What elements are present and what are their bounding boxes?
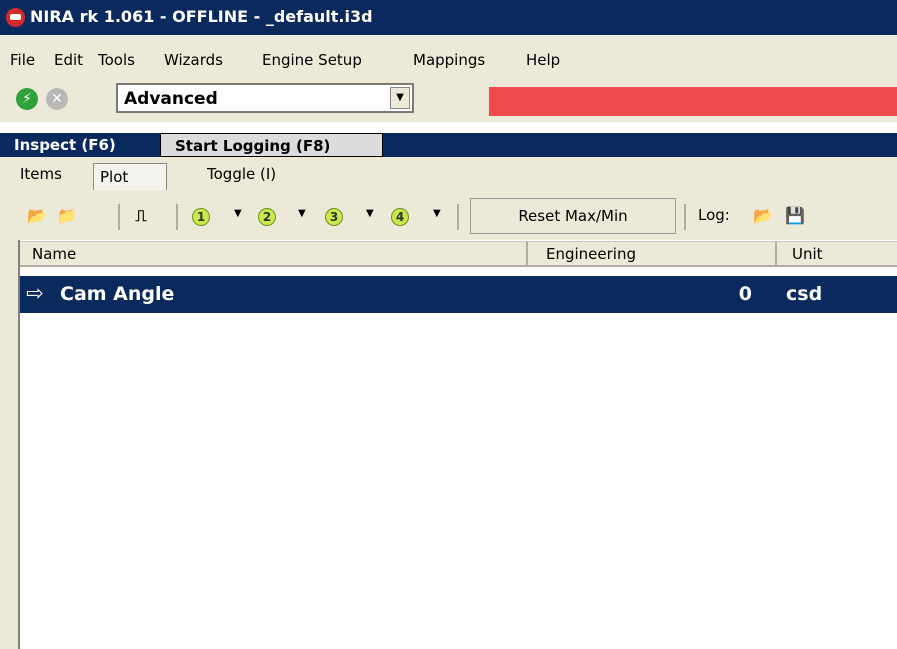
pulse-icon[interactable]: ⎍ bbox=[130, 206, 152, 226]
menu-tools[interactable]: Tools bbox=[98, 51, 135, 69]
list-left-border bbox=[0, 240, 20, 649]
list-toolbar: 📂 📁 ⎍ 1 ▼ 2 ▼ 3 ▼ 4 ▼ Reset Max/Min Log:… bbox=[0, 194, 897, 240]
menu-wizards[interactable]: Wizards bbox=[164, 51, 223, 69]
tab-plot[interactable]: Plot bbox=[93, 163, 167, 190]
tool-header: Inspect (F6) Start Logging (F8) bbox=[0, 133, 897, 157]
table-row[interactable]: ⇨ Cam Angle 0 csd bbox=[20, 276, 897, 313]
app-icon bbox=[6, 8, 25, 27]
column-name[interactable]: Name bbox=[32, 245, 76, 263]
row-unit: csd bbox=[786, 283, 823, 305]
toolbar-separator bbox=[457, 204, 459, 230]
list-header: Name Engineering Unit bbox=[20, 241, 897, 267]
menu-file[interactable]: File bbox=[10, 51, 35, 69]
row-name: Cam Angle bbox=[60, 283, 175, 305]
sub-tabs: Items Plot Toggle (I) bbox=[0, 157, 897, 194]
connect-icon[interactable]: ⚡ bbox=[16, 88, 38, 110]
group-4-icon[interactable]: 4 bbox=[391, 208, 409, 226]
column-divider[interactable] bbox=[775, 242, 777, 266]
tab-items[interactable]: Items bbox=[20, 165, 62, 183]
reset-max-min-button[interactable]: Reset Max/Min bbox=[470, 198, 676, 234]
column-divider[interactable] bbox=[526, 242, 528, 266]
menu-mappings[interactable]: Mappings bbox=[413, 51, 485, 69]
mode-select[interactable]: Advanced ▼ bbox=[116, 83, 414, 113]
open-folder-icon[interactable]: 📂 bbox=[752, 206, 774, 226]
column-engineering[interactable]: Engineering bbox=[546, 245, 636, 263]
toolbar-separator bbox=[684, 204, 686, 230]
title-bar: NIRA rk 1.061 - OFFLINE - _default.i3d bbox=[0, 0, 897, 35]
group-1-icon[interactable]: 1 bbox=[192, 208, 210, 226]
menu-help[interactable]: Help bbox=[526, 51, 560, 69]
tab-inspect[interactable]: Inspect (F6) bbox=[14, 133, 116, 157]
log-label: Log: bbox=[698, 206, 730, 224]
menu-engine-setup[interactable]: Engine Setup bbox=[262, 51, 362, 69]
items-list bbox=[20, 268, 897, 649]
group-2-icon[interactable]: 2 bbox=[258, 208, 276, 226]
chevron-down-icon[interactable]: ▼ bbox=[298, 208, 306, 219]
toolbar-separator bbox=[176, 204, 178, 230]
chevron-down-icon[interactable]: ▼ bbox=[390, 87, 410, 109]
connection-status-bar bbox=[489, 87, 897, 116]
save-icon[interactable]: 💾 bbox=[784, 206, 806, 226]
chevron-down-icon[interactable]: ▼ bbox=[234, 208, 242, 219]
add-item-icon[interactable]: 📂 bbox=[26, 206, 48, 226]
menu-bar: File Edit Tools Wizards Engine Setup Map… bbox=[0, 35, 897, 77]
arrow-right-icon: ⇨ bbox=[26, 281, 44, 305]
column-unit[interactable]: Unit bbox=[792, 245, 823, 263]
start-logging-button[interactable]: Start Logging (F8) bbox=[160, 133, 383, 157]
window-title: NIRA rk 1.061 - OFFLINE - _default.i3d bbox=[30, 7, 373, 26]
toggle-button[interactable]: Toggle (I) bbox=[207, 165, 276, 183]
toolbar-separator bbox=[118, 204, 120, 230]
menu-edit[interactable]: Edit bbox=[54, 51, 83, 69]
group-3-icon[interactable]: 3 bbox=[325, 208, 343, 226]
open-folder-icon[interactable]: 📁 bbox=[56, 206, 78, 226]
mode-select-value: Advanced bbox=[124, 89, 218, 109]
chevron-down-icon[interactable]: ▼ bbox=[366, 208, 374, 219]
chevron-down-icon[interactable]: ▼ bbox=[433, 208, 441, 219]
disconnect-icon[interactable]: ✕ bbox=[46, 88, 68, 110]
row-engineering-value: 0 bbox=[738, 283, 752, 305]
